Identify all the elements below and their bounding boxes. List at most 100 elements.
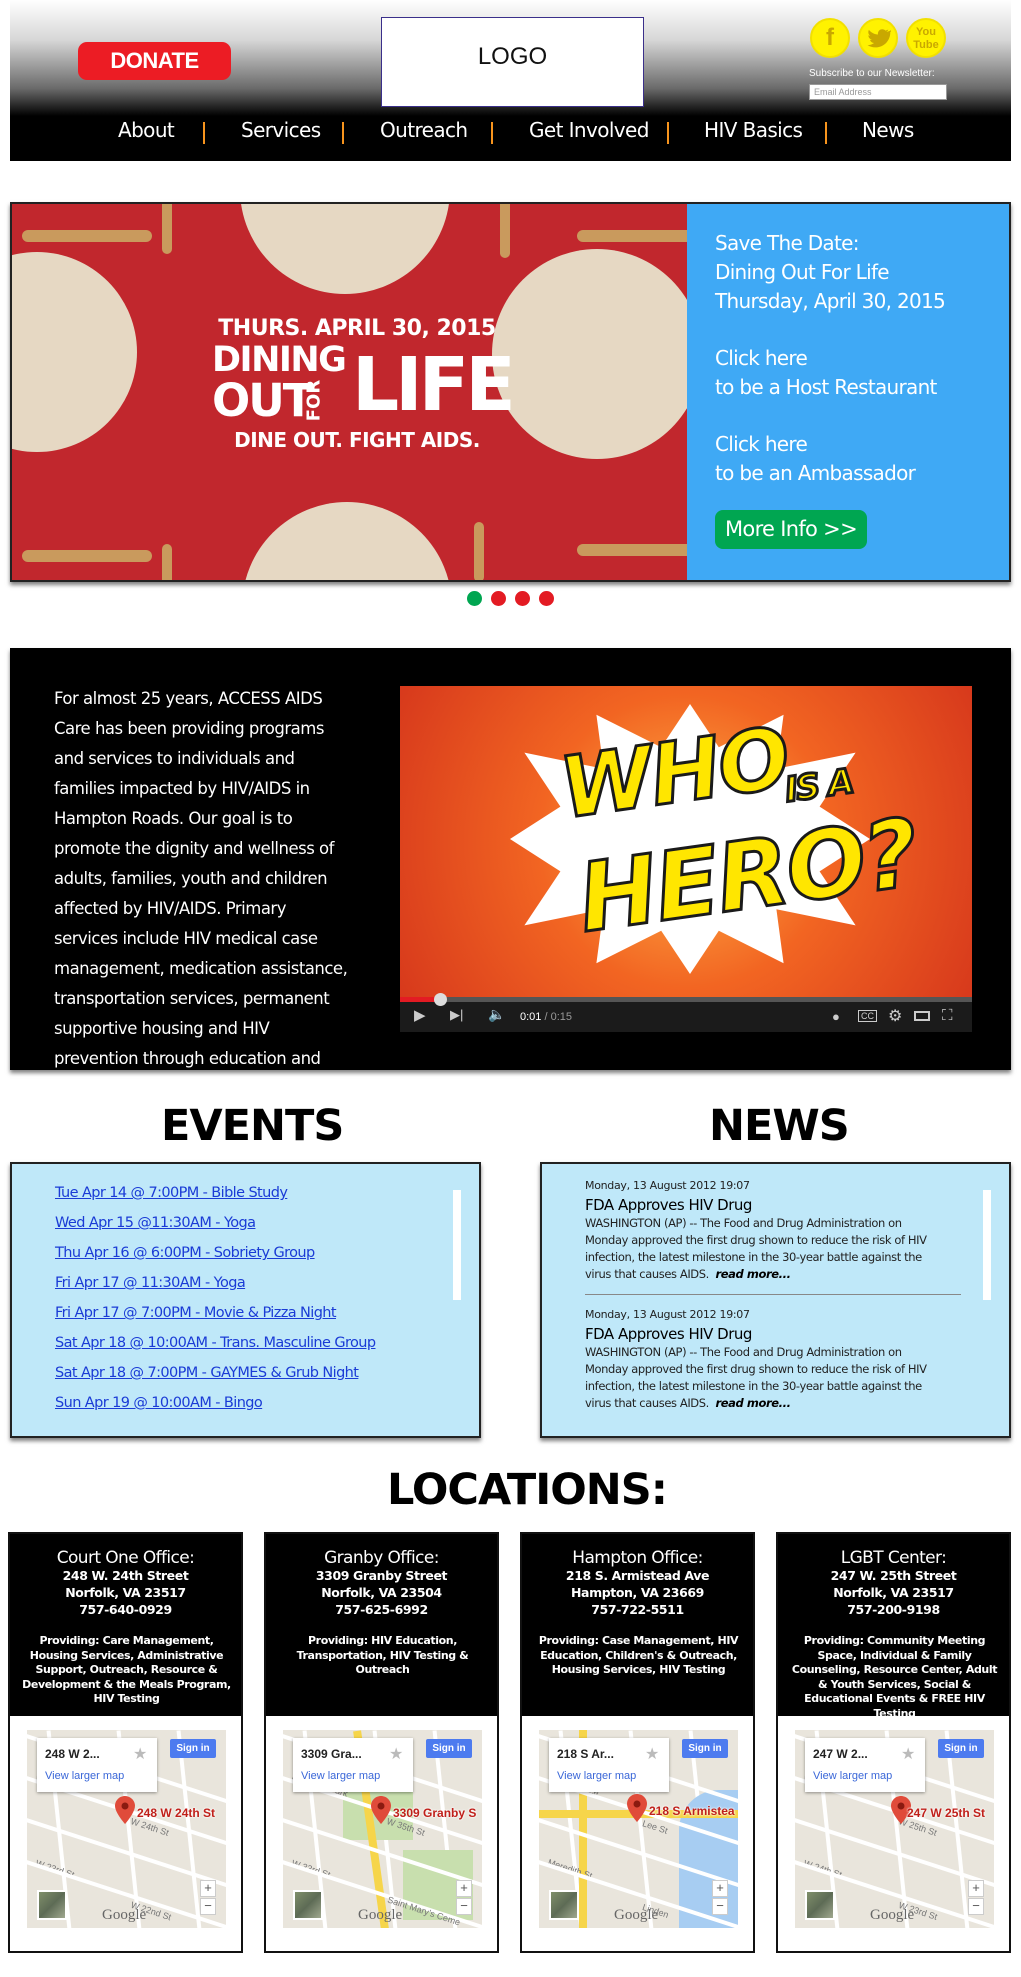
map-zoom-in-button[interactable]: + — [968, 1880, 984, 1897]
nav-about[interactable]: About — [118, 118, 175, 142]
video-controls: ▶ ▶| 🔈 0:01 / 0:15 ● CC ⚙ ⛶ — [400, 993, 972, 1032]
twitter-icon[interactable] — [858, 18, 898, 58]
facebook-icon[interactable]: f — [810, 18, 850, 58]
donate-button[interactable]: DONATE — [78, 42, 231, 80]
play-icon[interactable]: ▶ — [414, 1006, 426, 1024]
event-link[interactable]: Fri Apr 17 @ 7:00PM - Movie & Pizza Nigh… — [55, 1305, 337, 1321]
host-click-here-link[interactable]: Click here — [715, 346, 808, 370]
fork-graphic — [577, 544, 687, 556]
save-the-date-text: Save The Date: — [715, 231, 859, 255]
newsletter-email-input[interactable]: Email Address — [809, 84, 947, 100]
nav-hiv-basics[interactable]: HIV Basics — [704, 118, 803, 142]
event-link[interactable]: Fri Apr 17 @ 11:30AM - Yoga — [55, 1275, 246, 1291]
read-more-link[interactable]: read more... — [715, 1396, 791, 1410]
video-player[interactable]: WHO IS A HERO? ▶ ▶| 🔈 0:01 / 0:15 ● CC ⚙… — [400, 686, 972, 1032]
volume-icon[interactable]: 🔈 — [488, 1006, 505, 1023]
events-scrollbar[interactable] — [453, 1190, 461, 1300]
map-zoom-out-button[interactable]: − — [968, 1898, 984, 1915]
location-card: Granby Office: 3309 Granby Street Norfol… — [264, 1532, 499, 1953]
slide-dot-1[interactable] — [467, 591, 482, 606]
location-phone: 757-722-5511 — [591, 1602, 684, 1617]
nav-separator — [342, 122, 344, 144]
host-restaurant-text[interactable]: to be a Host Restaurant — [715, 375, 937, 399]
google-map[interactable]: W 26th St W 25th St W 24th St W 23rd St … — [795, 1730, 994, 1928]
next-icon[interactable]: ▶| — [450, 1007, 463, 1023]
slide-dot-3[interactable] — [515, 591, 530, 606]
star-icon[interactable]: ★ — [389, 1744, 403, 1764]
star-icon[interactable]: ★ — [133, 1744, 147, 1764]
nav-services[interactable]: Services — [241, 118, 321, 142]
google-logo: Google — [102, 1907, 147, 1923]
map-pin-label: 218 S Armistea — [649, 1804, 735, 1818]
event-link[interactable]: Thu Apr 16 @ 6:00PM - Sobriety Group — [55, 1245, 315, 1261]
video-progress-bar[interactable] — [400, 993, 972, 1006]
youtube-icon[interactable]: You Tube — [906, 18, 946, 58]
nav-news[interactable]: News — [862, 118, 914, 142]
google-map[interactable]: Virgini Space Lee St Meredith St Linden … — [539, 1730, 738, 1928]
view-larger-map-link[interactable]: View larger map — [557, 1770, 636, 1782]
google-map[interactable]: Lafayette Park W 35th St W 33rd St Saint… — [283, 1730, 482, 1928]
map-address: 247 W 2... — [813, 1747, 868, 1761]
map-zoom-out-button[interactable]: − — [712, 1898, 728, 1915]
news-headline[interactable]: FDA Approves HIV Drug — [585, 1325, 752, 1343]
ambassador-click-here-link[interactable]: Click here — [715, 432, 808, 456]
slide-dot-4[interactable] — [539, 591, 554, 606]
location-name: Court One Office: — [56, 1548, 195, 1568]
location-services: Providing: Care Management, Housing Serv… — [22, 1634, 231, 1705]
video-thumbnail[interactable]: WHO IS A HERO? — [400, 686, 972, 997]
map-zoom-out-button[interactable]: − — [200, 1898, 216, 1915]
captions-icon[interactable]: CC — [858, 1010, 877, 1022]
map-sign-in-button[interactable]: Sign in — [426, 1739, 472, 1758]
map-zoom-out-button[interactable]: − — [456, 1898, 472, 1915]
news-scrollbar[interactable] — [983, 1190, 991, 1300]
map-pin-icon[interactable] — [627, 1794, 647, 1822]
hero-slider: THURS. APRIL 30, 2015 DINING OUT FOR LIF… — [10, 202, 1011, 582]
hero-banner-image[interactable]: THURS. APRIL 30, 2015 DINING OUT FOR LIF… — [12, 204, 687, 580]
event-link[interactable]: Sat Apr 18 @ 10:00AM - Trans. Masculine … — [55, 1335, 376, 1351]
map-satellite-thumbnail[interactable] — [37, 1890, 67, 1920]
fullscreen-icon[interactable]: ⛶ — [942, 1007, 953, 1024]
map-satellite-thumbnail[interactable] — [293, 1890, 323, 1920]
more-info-button[interactable]: More Info >> — [715, 510, 867, 549]
map-sign-in-button[interactable]: Sign in — [682, 1739, 728, 1758]
map-sign-in-button[interactable]: Sign in — [938, 1739, 984, 1758]
location-services: Providing: Case Management, HIV Educatio… — [538, 1634, 739, 1676]
hero-image-tagline: DINE OUT. FIGHT AIDS. — [234, 428, 480, 452]
nav-get-involved[interactable]: Get Involved — [529, 118, 649, 142]
news-body: WASHINGTON (AP) -- The Food and Drug Adm… — [585, 1216, 927, 1281]
video-scrubber-handle[interactable] — [434, 993, 448, 1006]
view-larger-map-link[interactable]: View larger map — [301, 1770, 380, 1782]
nav-outreach[interactable]: Outreach — [380, 118, 468, 142]
location-phone: 757-200-9198 — [847, 1602, 940, 1617]
view-larger-map-link[interactable]: View larger map — [813, 1770, 892, 1782]
read-more-link[interactable]: read more... — [715, 1267, 791, 1281]
event-link[interactable]: Wed Apr 15 @11:30AM - Yoga — [55, 1215, 256, 1231]
view-larger-map-link[interactable]: View larger map — [45, 1770, 124, 1782]
star-icon[interactable]: ★ — [901, 1744, 915, 1764]
slide-dot-2[interactable] — [491, 591, 506, 606]
map-address: 3309 Gra... — [301, 1747, 362, 1761]
map-pin-icon[interactable] — [115, 1796, 135, 1824]
location-street: 218 S. Armistead Ave — [565, 1568, 710, 1583]
events-title: EVENTS — [161, 1101, 344, 1151]
map-zoom-in-button[interactable]: + — [712, 1880, 728, 1897]
logo[interactable]: LOGO — [381, 17, 644, 107]
ambassador-text[interactable]: to be an Ambassador — [715, 461, 916, 485]
settings-gear-icon[interactable]: ⚙ — [888, 1006, 902, 1026]
event-link[interactable]: Sat Apr 18 @ 7:00PM - GAYMES & Grub Nigh… — [55, 1365, 359, 1381]
map-satellite-thumbnail[interactable] — [549, 1890, 579, 1920]
theater-mode-icon[interactable] — [914, 1011, 930, 1021]
map-satellite-thumbnail[interactable] — [805, 1890, 835, 1920]
map-sign-in-button[interactable]: Sign in — [170, 1739, 216, 1758]
news-headline[interactable]: FDA Approves HIV Drug — [585, 1196, 752, 1214]
map-zoom-in-button[interactable]: + — [456, 1880, 472, 1897]
event-date-text: Thursday, April 30, 2015 — [715, 289, 946, 313]
google-map[interactable]: W 25th St W 24th St W 23rd St W 22nd St … — [27, 1730, 226, 1928]
hero-info-panel: Save The Date: Dining Out For Life Thurs… — [687, 204, 1009, 580]
map-zoom-in-button[interactable]: + — [200, 1880, 216, 1897]
event-link[interactable]: Sun Apr 19 @ 10:00AM - Bingo — [55, 1395, 263, 1411]
event-link[interactable]: Tue Apr 14 @ 7:00PM - Bible Study — [55, 1185, 288, 1201]
info-icon[interactable]: ● — [832, 1009, 840, 1024]
map-pin-icon[interactable] — [371, 1796, 391, 1824]
star-icon[interactable]: ★ — [645, 1744, 659, 1764]
